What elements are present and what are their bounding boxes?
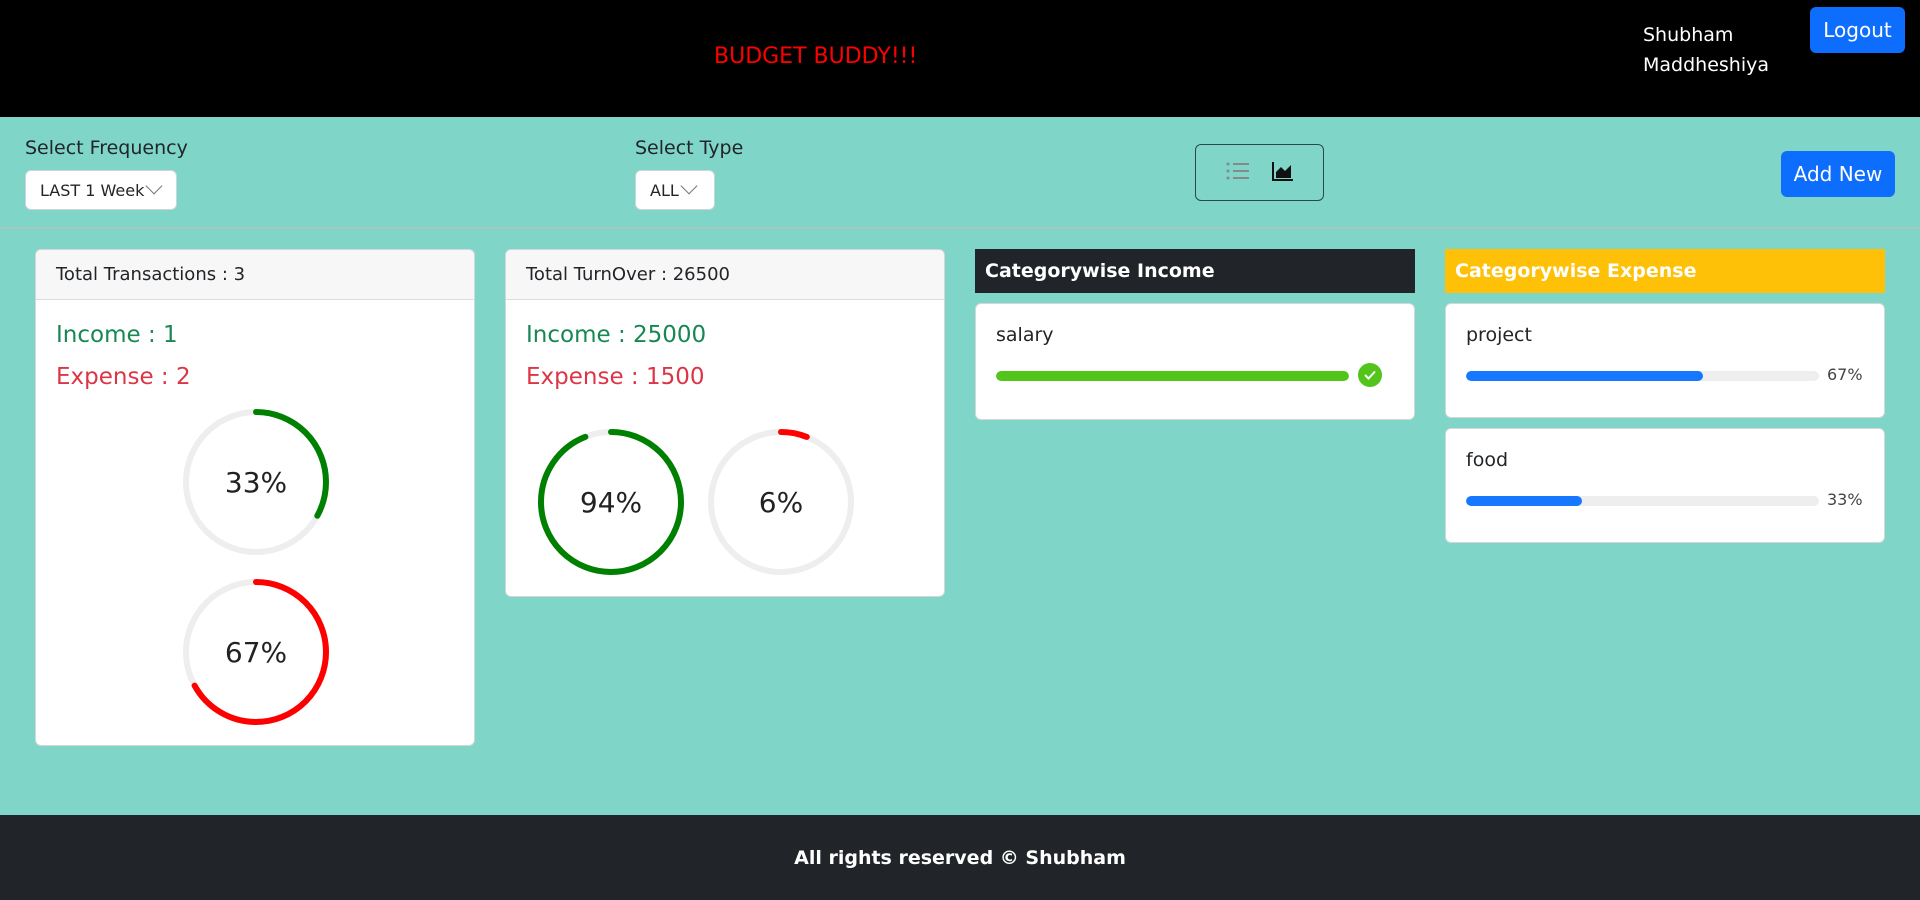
- view-toggle: [1195, 144, 1324, 201]
- categorywise-income-title: Categorywise Income: [975, 249, 1415, 293]
- donut-percent-label: 6%: [758, 485, 804, 519]
- category-income-item: salary: [975, 303, 1415, 420]
- type-label: Select Type: [635, 137, 744, 159]
- progress-fill: [996, 371, 1349, 381]
- app-title: BUDGET BUDDY!!!: [714, 44, 918, 69]
- type-select-value: ALL: [650, 180, 679, 200]
- turnover-income-amount: Income : 25000: [526, 322, 707, 348]
- footer: All rights reserved © Shubham: [0, 815, 1920, 900]
- footer-copyright: All rights reserved © Shubham: [794, 846, 1126, 869]
- total-turnover-card: Total TurnOver : 26500 Income : 25000 Ex…: [505, 249, 945, 597]
- check-circle-icon: [1358, 363, 1382, 387]
- total-turnover-header: Total TurnOver : 26500: [506, 250, 944, 300]
- category-name: food: [1466, 449, 1508, 471]
- donut-percent-label: 33%: [224, 465, 288, 499]
- category-expense-item: food 33%: [1445, 428, 1885, 543]
- total-transactions-card: Total Transactions : 3 Income : 1 Expens…: [35, 249, 475, 746]
- add-new-button[interactable]: Add New: [1781, 151, 1895, 197]
- category-progress-bar: [996, 371, 1349, 381]
- progress-fill: [1466, 371, 1703, 381]
- progress-percent-label: 33%: [1827, 490, 1863, 509]
- user-name: Shubham Maddheshiya: [1643, 24, 1769, 76]
- transactions-expense-donut: 67%: [181, 577, 331, 727]
- list-icon[interactable]: [1226, 161, 1250, 185]
- frequency-label: Select Frequency: [25, 137, 188, 159]
- total-transactions-header: Total Transactions : 3: [36, 250, 474, 300]
- logout-button[interactable]: Logout: [1810, 7, 1905, 53]
- category-name: salary: [996, 324, 1054, 346]
- transactions-expense-count: Expense : 2: [56, 364, 191, 390]
- progress-percent-label: 67%: [1827, 365, 1863, 384]
- filter-bar: Select Frequency LAST 1 Week Select Type…: [0, 117, 1920, 229]
- category-expense-item: project 67%: [1445, 303, 1885, 418]
- turnover-expense-donut: 6%: [706, 427, 856, 577]
- area-chart-icon[interactable]: [1271, 161, 1294, 185]
- progress-fill: [1466, 496, 1583, 506]
- category-name: project: [1466, 324, 1532, 346]
- frequency-select[interactable]: LAST 1 Week: [25, 170, 177, 210]
- categorywise-expense-title: Categorywise Expense: [1445, 249, 1885, 293]
- frequency-select-value: LAST 1 Week: [40, 180, 145, 200]
- top-navbar: BUDGET BUDDY!!! Shubham Maddheshiya Logo…: [0, 0, 1920, 117]
- donut-percent-label: 67%: [224, 635, 288, 669]
- transactions-income-count: Income : 1: [56, 322, 178, 348]
- category-progress-bar: [1466, 371, 1819, 381]
- transactions-income-donut: 33%: [181, 407, 331, 557]
- turnover-expense-amount: Expense : 1500: [526, 364, 705, 390]
- type-select[interactable]: ALL: [635, 170, 715, 210]
- turnover-income-donut: 94%: [536, 427, 686, 577]
- donut-percent-label: 94%: [579, 485, 643, 519]
- category-progress-bar: [1466, 496, 1819, 506]
- chevron-down-icon: [680, 177, 698, 195]
- chevron-down-icon: [145, 177, 163, 195]
